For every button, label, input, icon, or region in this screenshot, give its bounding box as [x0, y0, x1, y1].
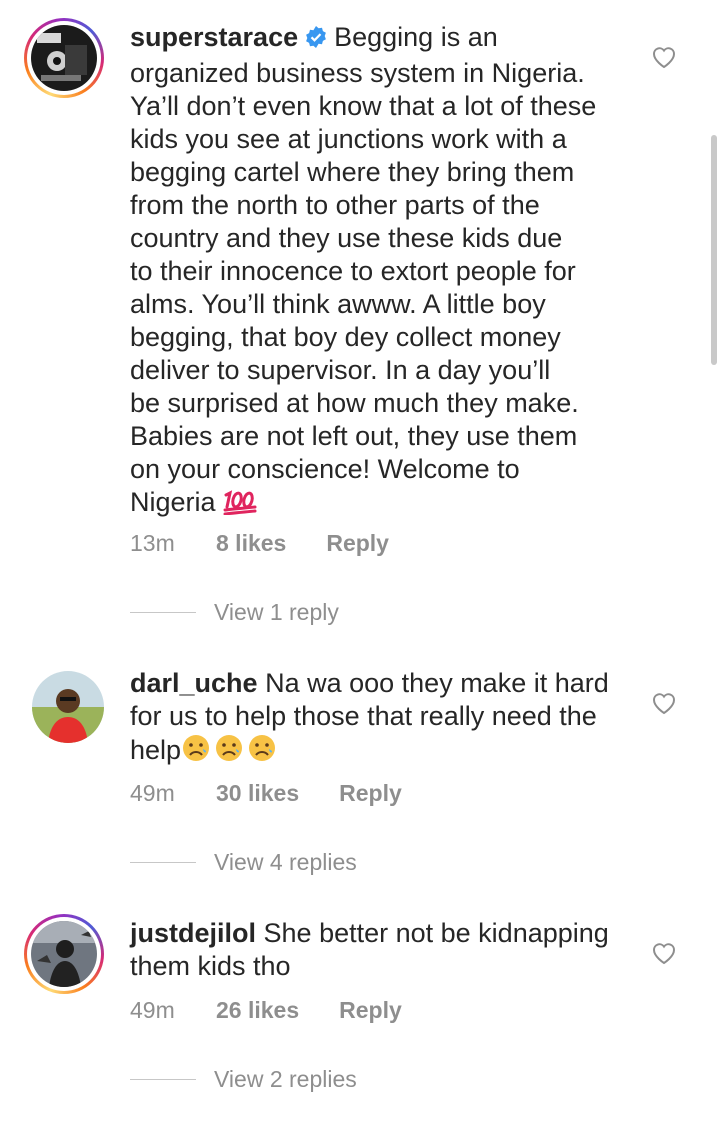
verified-badge-icon: [304, 24, 328, 57]
timestamp: 13m: [130, 530, 175, 556]
comment-body: Begging is an organized business system …: [130, 22, 597, 517]
view-replies-button[interactable]: View 1 reply: [130, 599, 339, 626]
view-replies-button[interactable]: View 4 replies: [130, 849, 357, 876]
view-replies-label: View 2 replies: [214, 1066, 357, 1092]
divider-line: [130, 1079, 196, 1080]
avatar[interactable]: [24, 18, 104, 98]
100-emoji-icon: [223, 487, 257, 523]
username[interactable]: darl_uche: [130, 668, 258, 698]
divider-line: [130, 612, 196, 613]
avatar[interactable]: [24, 914, 104, 994]
comment-meta: 49m 30 likes Reply: [130, 780, 402, 807]
username[interactable]: justdejilol: [130, 918, 256, 948]
heart-icon[interactable]: [651, 941, 677, 965]
timestamp: 49m: [130, 780, 175, 806]
reply-button[interactable]: Reply: [339, 997, 402, 1024]
heart-icon[interactable]: [651, 45, 677, 69]
avatar[interactable]: [32, 671, 104, 743]
divider-line: [130, 862, 196, 863]
view-replies-label: View 4 replies: [214, 849, 357, 875]
view-replies-button[interactable]: View 2 replies: [130, 1066, 357, 1093]
comment-text: justdejilol She better not be kidnapping…: [130, 917, 630, 983]
sad-face-emoji-icon: [181, 733, 277, 771]
comment-meta: 13m 8 likes Reply: [130, 530, 389, 557]
heart-icon[interactable]: [651, 691, 677, 715]
comment-meta: 49m 26 likes Reply: [130, 997, 402, 1024]
likes-count[interactable]: 26 likes: [216, 997, 299, 1024]
likes-count[interactable]: 30 likes: [216, 780, 299, 807]
reply-button[interactable]: Reply: [339, 780, 402, 807]
view-replies-label: View 1 reply: [214, 599, 339, 625]
likes-count[interactable]: 8 likes: [216, 530, 286, 557]
comment-text: superstarace Begging is an organized busi…: [130, 21, 630, 523]
comment-text: darl_uche Na wa ooo they make it hard fo…: [130, 667, 630, 771]
username[interactable]: superstarace: [130, 22, 298, 52]
timestamp: 49m: [130, 997, 175, 1023]
scrollbar[interactable]: [711, 135, 717, 365]
reply-button[interactable]: Reply: [326, 530, 389, 557]
